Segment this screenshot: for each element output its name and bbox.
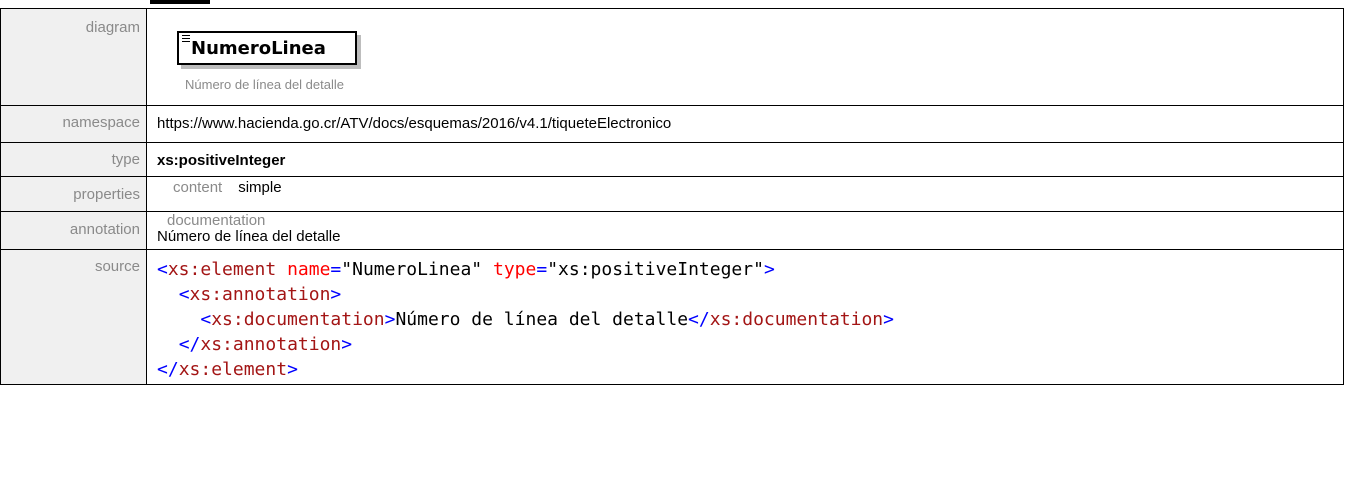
- type-cell: xs:positiveInteger: [146, 142, 1344, 177]
- header-strip: [0, 0, 1346, 8]
- label-cell-namespace: namespace: [0, 105, 147, 143]
- row-properties: properties content simple: [0, 176, 1344, 212]
- label-source: source: [94, 258, 140, 275]
- property-value: simple: [238, 179, 282, 196]
- label-cell-properties: properties: [0, 176, 147, 212]
- source-line-5: </xs:element>: [157, 359, 298, 380]
- row-type: type xs:positiveInteger: [0, 142, 1344, 177]
- annotation-key: documentation: [167, 212, 266, 229]
- element-name: NumeroLinea: [191, 38, 326, 59]
- row-source: source <xs:element name="NumeroLinea" ty…: [0, 249, 1344, 385]
- annotation-cell: documentation Número de línea del detall…: [146, 211, 1344, 250]
- source-line-3: <xs:documentation>Número de línea del de…: [200, 309, 894, 330]
- label-annotation: annotation: [69, 221, 140, 238]
- namespace-cell: https://www.hacienda.go.cr/ATV/docs/esqu…: [146, 105, 1344, 143]
- label-cell-source: source: [0, 249, 147, 385]
- element-doc-table: diagram NumeroLinea Número de línea del …: [0, 8, 1344, 385]
- namespace-value: https://www.hacienda.go.cr/ATV/docs/esqu…: [157, 115, 672, 132]
- label-diagram: diagram: [85, 19, 140, 36]
- label-cell-diagram: diagram: [0, 8, 147, 106]
- label-cell-type: type: [0, 142, 147, 177]
- source-line-1: <xs:element name="NumeroLinea" type="xs:…: [157, 259, 775, 280]
- element-doc-caption: Número de línea del detalle: [185, 77, 344, 92]
- properties-cell: content simple: [146, 176, 1344, 212]
- row-namespace: namespace https://www.hacienda.go.cr/ATV…: [0, 105, 1344, 143]
- diagram-cell: NumeroLinea Número de línea del detalle: [146, 8, 1344, 106]
- source-cell: <xs:element name="NumeroLinea" type="xs:…: [146, 249, 1344, 385]
- row-annotation: annotation documentation Número de línea…: [0, 211, 1344, 250]
- element-lines-icon: [182, 35, 190, 43]
- label-namespace: namespace: [62, 114, 140, 131]
- type-value: xs:positiveInteger: [157, 152, 286, 169]
- properties-line: content simple: [157, 177, 1343, 196]
- source-code: <xs:element name="NumeroLinea" type="xs:…: [157, 250, 1343, 382]
- element-box[interactable]: NumeroLinea: [177, 31, 357, 65]
- label-cell-annotation: annotation: [0, 211, 147, 250]
- header-strip-bar: [150, 0, 210, 4]
- label-type: type: [111, 151, 140, 168]
- source-line-4: </xs:annotation>: [178, 334, 353, 355]
- row-diagram: diagram NumeroLinea Número de línea del …: [0, 8, 1344, 106]
- annotation-text: Número de línea del detalle: [157, 228, 341, 245]
- property-key: content: [173, 179, 223, 196]
- source-line-2: <xs:annotation>: [178, 284, 342, 305]
- label-properties: properties: [73, 186, 140, 203]
